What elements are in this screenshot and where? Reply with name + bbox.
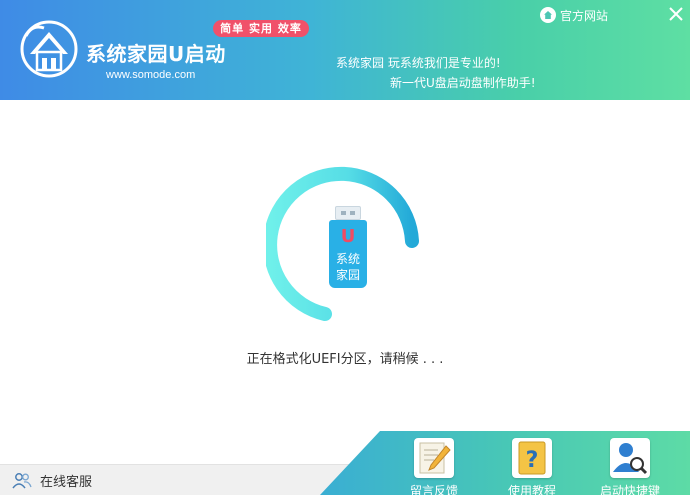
tagline-badge: 简单 实用 效率 — [213, 20, 309, 37]
svg-text:?: ? — [526, 448, 539, 473]
feedback-label: 留言反馈 — [409, 484, 458, 495]
footer-bar: 在线客服 — [0, 464, 360, 495]
search-user-icon — [610, 438, 650, 478]
status-message: 正在格式化UEFI分区，请稍候 . . . — [246, 352, 444, 367]
usb-u-letter: U — [340, 226, 356, 247]
close-icon[interactable] — [666, 4, 686, 24]
usb-label-line-2: 家园 — [335, 268, 360, 282]
feedback-pen-icon — [414, 438, 454, 478]
app-url: www.somode.com — [106, 69, 196, 81]
header-bar: 系统家园U启动 www.somode.com 简单 实用 效率 系统家园 玩系统… — [0, 0, 690, 100]
help-question-icon: ? — [512, 438, 552, 478]
usb-label-line-1: 系统 — [335, 252, 360, 266]
house-logo-icon — [20, 20, 78, 78]
home-icon — [540, 7, 556, 23]
tutorial-label: 使用教程 — [507, 484, 556, 495]
slogan-line-1: 系统家园 玩系统我们是专业的! — [336, 56, 501, 70]
tutorial-button[interactable]: ? 使用教程 — [502, 438, 562, 495]
usb-drive-icon: U 系统 家园 — [329, 206, 367, 288]
feedback-button[interactable]: 留言反馈 — [404, 438, 464, 495]
official-site-label: 官方网站 — [560, 8, 609, 23]
official-site-link[interactable]: 官方网站 — [540, 6, 608, 24]
online-service-button[interactable]: 在线客服 — [12, 471, 92, 490]
users-icon — [12, 472, 32, 488]
app-title: 系统家园U启动 — [86, 42, 226, 66]
online-service-label: 在线客服 — [40, 475, 93, 490]
usb-connector — [335, 206, 361, 220]
boot-hotkey-button[interactable]: 启动快捷键 — [600, 438, 660, 495]
slogan-line-2: 新一代U盘启动盘制作助手! — [390, 76, 536, 90]
usb-body: U 系统 家园 — [329, 220, 367, 288]
boot-hotkey-label: 启动快捷键 — [600, 484, 661, 495]
